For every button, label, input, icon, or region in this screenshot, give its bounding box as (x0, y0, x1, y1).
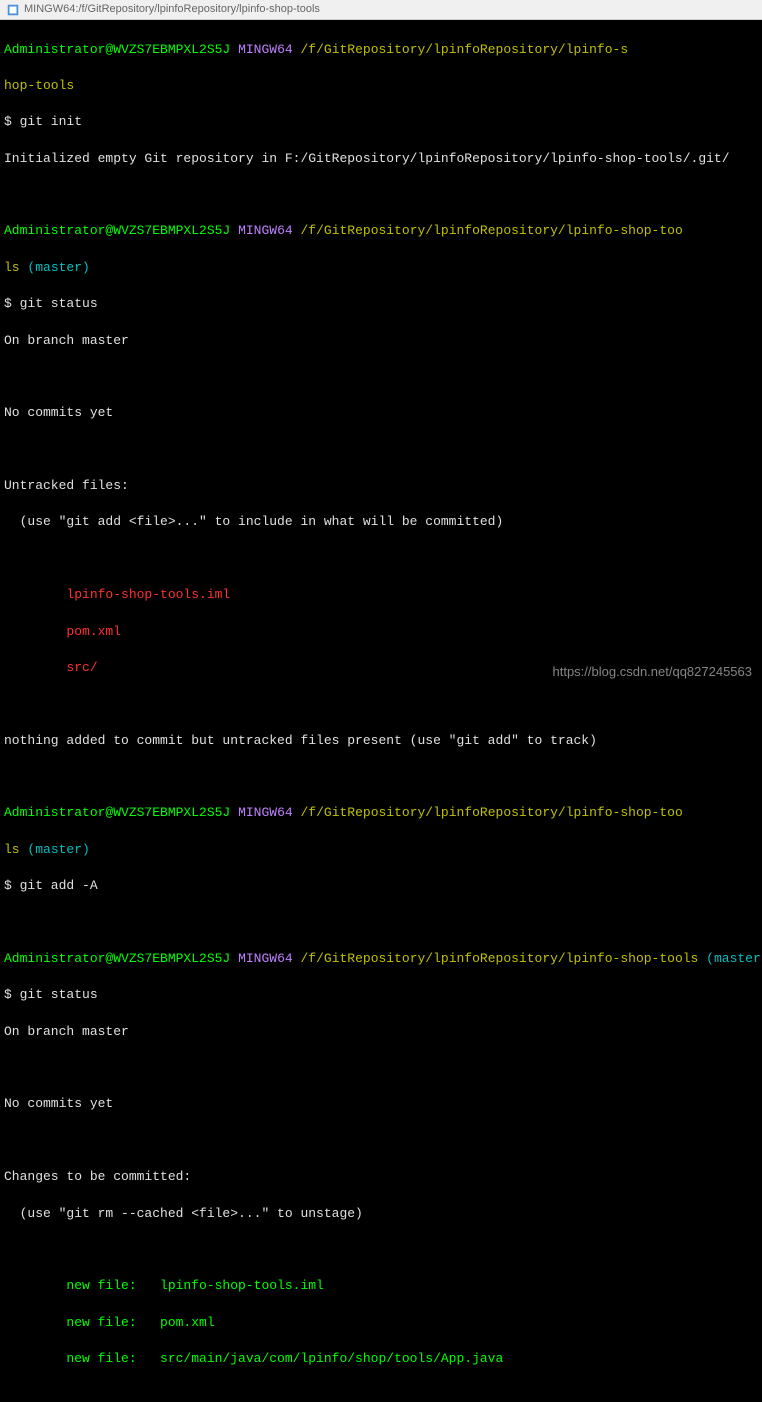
path-wrap: hop-tools (4, 77, 758, 95)
blank-line (4, 768, 758, 786)
output: No commits yet (4, 404, 758, 422)
staged-file: new file: src/main/java/com/lpinfo/shop/… (4, 1350, 758, 1368)
branch-label: (master) (27, 842, 89, 857)
blank-line (4, 550, 758, 568)
window-titlebar[interactable]: MINGW64:/f/GitRepository/lpinfoRepositor… (0, 0, 762, 20)
prompt-host: MINGW64 (238, 951, 293, 966)
prompt-path: /f/GitRepository/lpinfoRepository/lpinfo… (300, 223, 682, 238)
branch-wrap: ls (master) (4, 259, 758, 277)
app-icon (6, 3, 20, 17)
untracked-file: pom.xml (4, 623, 758, 641)
blank-line (4, 186, 758, 204)
output: Changes to be committed: (4, 1168, 758, 1186)
blank-line (4, 368, 758, 386)
output: (use "git rm --cached <file>..." to unst… (4, 1205, 758, 1223)
output: Initialized empty Git repository in F:/G… (4, 150, 758, 168)
command: $ git status (4, 986, 758, 1004)
command: $ git add -A (4, 877, 758, 895)
terminal-area[interactable]: Administrator@WVZS7EBMPXL2S5J MINGW64 /f… (0, 20, 762, 1402)
output: No commits yet (4, 1095, 758, 1113)
branch-label: (master) (27, 260, 89, 275)
output: Untracked files: (4, 477, 758, 495)
prompt-user: Administrator@WVZS7EBMPXL2S5J (4, 42, 230, 57)
prompt-path: /f/GitRepository/lpinfoRepository/lpinfo… (300, 805, 682, 820)
output: On branch master (4, 332, 758, 350)
prompt-path: /f/GitRepository/lpinfoRepository/lpinfo… (300, 951, 698, 966)
window-title: MINGW64:/f/GitRepository/lpinfoRepositor… (24, 2, 320, 17)
branch-wrap: ls (master) (4, 841, 758, 859)
prompt-host: MINGW64 (238, 42, 293, 57)
blank-line (4, 914, 758, 932)
blank-line (4, 1059, 758, 1077)
command: $ git status (4, 295, 758, 313)
prompt-user: Administrator@WVZS7EBMPXL2S5J (4, 951, 230, 966)
path-wrap-part: ls (4, 260, 20, 275)
prompt-line: Administrator@WVZS7EBMPXL2S5J MINGW64 /f… (4, 222, 758, 240)
prompt-user: Administrator@WVZS7EBMPXL2S5J (4, 223, 230, 238)
prompt-host: MINGW64 (238, 223, 293, 238)
output: nothing added to commit but untracked fi… (4, 732, 758, 750)
prompt-line: Administrator@WVZS7EBMPXL2S5J MINGW64 /f… (4, 41, 758, 59)
blank-line (4, 441, 758, 459)
untracked-file: src/ (4, 659, 758, 677)
staged-file: new file: lpinfo-shop-tools.iml (4, 1277, 758, 1295)
blank-line (4, 1241, 758, 1259)
branch-label: (master) (706, 951, 762, 966)
prompt-user: Administrator@WVZS7EBMPXL2S5J (4, 805, 230, 820)
command: $ git init (4, 113, 758, 131)
blank-line (4, 695, 758, 713)
blank-line (4, 1386, 758, 1402)
staged-file: new file: pom.xml (4, 1314, 758, 1332)
blank-line (4, 1132, 758, 1150)
untracked-file: lpinfo-shop-tools.iml (4, 586, 758, 604)
prompt-line: Administrator@WVZS7EBMPXL2S5J MINGW64 /f… (4, 950, 758, 968)
prompt-path: /f/GitRepository/lpinfoRepository/lpinfo… (300, 42, 628, 57)
path-wrap-part: ls (4, 842, 20, 857)
prompt-line: Administrator@WVZS7EBMPXL2S5J MINGW64 /f… (4, 804, 758, 822)
output: (use "git add <file>..." to include in w… (4, 513, 758, 531)
prompt-host: MINGW64 (238, 805, 293, 820)
output: On branch master (4, 1023, 758, 1041)
